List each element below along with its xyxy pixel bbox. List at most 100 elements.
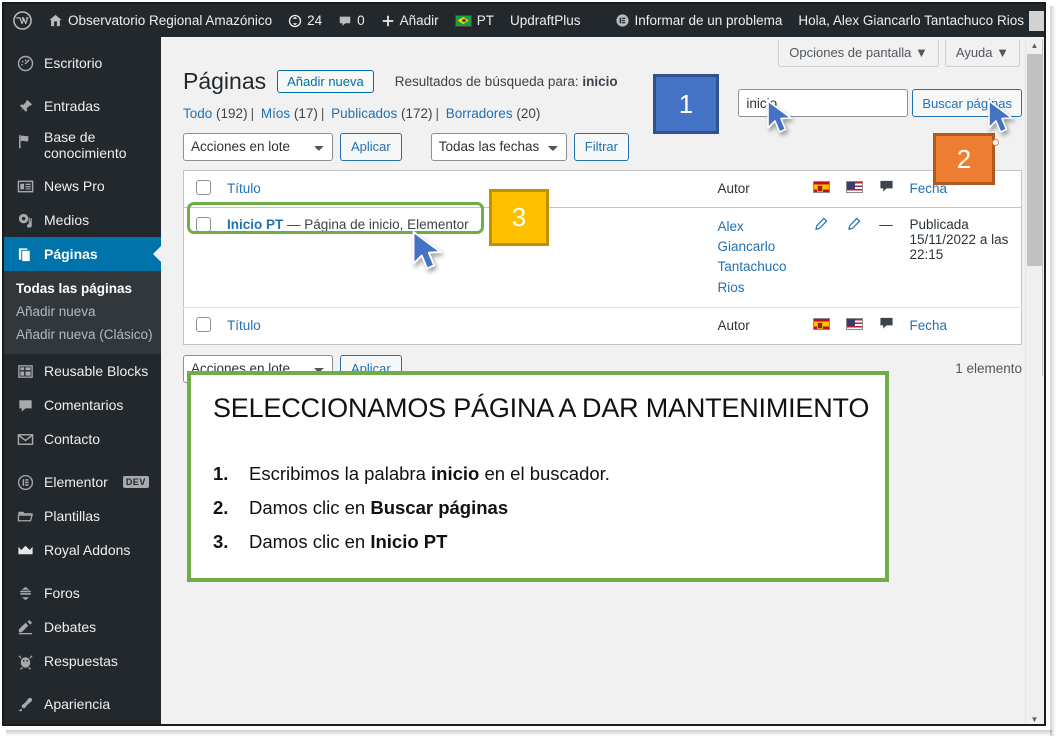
row-title-dash: — bbox=[287, 216, 301, 232]
row-checkbox-cell[interactable] bbox=[183, 207, 219, 308]
row-date-cell: Publicada 15/11/2022 a las 22:15 bbox=[901, 207, 1022, 308]
step-bold: Buscar páginas bbox=[370, 497, 509, 519]
sidebar-item-anadir-nueva[interactable]: Añadir nueva bbox=[4, 300, 161, 323]
sidebar-label: Elementor bbox=[44, 473, 108, 490]
table-foot: Título Autor Fecha bbox=[184, 307, 1022, 344]
filter-button[interactable]: Filtrar bbox=[573, 132, 629, 161]
bulk-actions-select-top[interactable]: Acciones en lote bbox=[183, 132, 333, 161]
admin-bar-site-name[interactable]: Observatorio Regional Amazónico bbox=[40, 4, 280, 37]
sidebar-item-royal-addons[interactable]: Royal Addons bbox=[4, 533, 161, 567]
scrollbar-down-arrow[interactable]: ▼ bbox=[1026, 711, 1043, 724]
table-row[interactable]: Inicio PT — Página de inicio, Elementor … bbox=[183, 207, 1022, 308]
admin-bar-report-problem[interactable]: Informar de un problema bbox=[589, 4, 791, 37]
screenshot-root: Observatorio Regional Amazónico 24 0 Aña… bbox=[0, 0, 1056, 736]
select-all-checkbox-footer[interactable] bbox=[196, 316, 211, 332]
pencil-icon[interactable] bbox=[847, 217, 861, 231]
row-author-link[interactable]: Alex Giancarlo Tantachuco Rios bbox=[718, 217, 797, 298]
add-new-page-button[interactable]: Añadir nueva bbox=[277, 70, 374, 94]
instruction-step: 3. Damos clic en Inicio PT bbox=[213, 530, 863, 553]
select-all-checkbox[interactable] bbox=[196, 179, 211, 195]
step-text: Damos clic en Inicio PT bbox=[249, 530, 447, 553]
sidebar-item-anadir-nueva-clasico[interactable]: Añadir nueva (Clásico) bbox=[4, 323, 161, 346]
sidebar-submenu-paginas[interactable]: Todas las páginas Añadir nueva Añadir nu… bbox=[4, 271, 161, 354]
col-title-header[interactable]: Título bbox=[219, 170, 710, 208]
cursor-arrow-search-input bbox=[765, 99, 799, 137]
list-card-icon bbox=[15, 176, 35, 196]
sidebar-item-plantillas[interactable]: Plantillas bbox=[4, 499, 161, 533]
submenu-label: Añadir nueva bbox=[16, 304, 96, 319]
date-filter-select[interactable]: Todas las fechas bbox=[430, 132, 567, 161]
sidebar-item-elementor[interactable]: Elementor DEV bbox=[4, 465, 161, 499]
apply-button-top[interactable]: Aplicar bbox=[340, 132, 402, 161]
row-author-cell[interactable]: Alex Giancarlo Tantachuco Rios bbox=[709, 207, 805, 308]
sidebar-item-debates[interactable]: Debates bbox=[4, 610, 161, 644]
sidebar-item-apariencia[interactable]: Apariencia bbox=[4, 687, 161, 721]
sidebar-item-base-de-conocimiento[interactable]: Base de conocimiento bbox=[4, 123, 161, 169]
col-title-label[interactable]: Título bbox=[227, 181, 261, 196]
instruction-steps: 1. Escribimos la palabra inicio en el bu… bbox=[213, 462, 863, 553]
topics-icon bbox=[15, 617, 35, 637]
view-publicados-count: (172) bbox=[400, 105, 433, 121]
sidebar-item-escritorio[interactable]: Escritorio bbox=[4, 46, 161, 80]
window-scrollbar-thumb[interactable] bbox=[1027, 54, 1042, 266]
col-date-label-footer[interactable]: Fecha bbox=[910, 318, 948, 333]
row-checkbox[interactable] bbox=[196, 216, 211, 232]
scrollbar-up-arrow[interactable]: ▲ bbox=[1026, 37, 1043, 54]
admin-sidebar-menu[interactable]: Escritorio Entradas Base de conocimiento… bbox=[4, 37, 161, 724]
admin-bar-comments[interactable]: 0 bbox=[330, 4, 373, 37]
search-input[interactable] bbox=[738, 89, 909, 117]
pencil-icon[interactable] bbox=[814, 217, 828, 231]
admin-bar-language[interactable]: PT bbox=[447, 4, 502, 37]
view-mios[interactable]: Míos bbox=[261, 106, 290, 121]
sidebar-item-respuestas[interactable]: Respuestas bbox=[4, 644, 161, 678]
sidebar-item-news-pro[interactable]: News Pro bbox=[4, 169, 161, 203]
row-es-cell[interactable] bbox=[804, 207, 838, 308]
col-title-footer[interactable]: Título bbox=[219, 307, 710, 344]
col-date-footer[interactable]: Fecha bbox=[902, 307, 1022, 344]
select-all-footer[interactable] bbox=[184, 307, 220, 344]
elementor-dev-badge: DEV bbox=[122, 476, 149, 488]
sidebar-item-foros[interactable]: Foros bbox=[4, 576, 161, 610]
row-us-cell[interactable] bbox=[837, 207, 871, 308]
view-publicados[interactable]: Publicados bbox=[331, 106, 397, 121]
col-title-label-footer[interactable]: Título bbox=[227, 318, 261, 333]
row-title-cell[interactable]: Inicio PT — Página de inicio, Elementor bbox=[219, 207, 710, 308]
updates-icon bbox=[288, 14, 302, 28]
instruction-step: 2. Damos clic en Buscar páginas bbox=[213, 496, 863, 519]
selection-handle[interactable] bbox=[992, 139, 999, 146]
new-label: Añadir bbox=[399, 13, 439, 28]
howdy-label: Hola, Alex Giancarlo Tantachuco Rios bbox=[798, 13, 1024, 28]
step-pre: Damos clic en bbox=[249, 531, 371, 553]
admin-bar-updates[interactable]: 24 bbox=[280, 4, 330, 37]
select-all-header[interactable] bbox=[183, 170, 219, 208]
search-results-prefix: Resultados de búsqueda para: bbox=[394, 74, 579, 90]
callout-marker-3: 3 bbox=[489, 189, 549, 246]
admin-bar-new[interactable]: Añadir bbox=[373, 4, 447, 37]
step-text: Escribimos la palabra inicio en el busca… bbox=[249, 462, 610, 485]
window-scrollbar[interactable]: ▲ ▼ bbox=[1025, 37, 1043, 724]
sidebar-item-contacto[interactable]: Contacto bbox=[4, 422, 161, 456]
admin-bar-my-account[interactable]: Hola, Alex Giancarlo Tantachuco Rios bbox=[790, 4, 1044, 37]
sidebar-item-todas-las-paginas[interactable]: Todas las páginas bbox=[4, 277, 161, 300]
pages-icon bbox=[15, 244, 35, 264]
view-borradores[interactable]: Borradores bbox=[446, 106, 513, 121]
sidebar-item-paginas[interactable]: Páginas bbox=[4, 237, 161, 271]
admin-bar-wp-logo[interactable] bbox=[4, 4, 40, 37]
sidebar-item-reusable-blocks[interactable]: Reusable Blocks bbox=[4, 354, 161, 388]
col-author-label: Autor bbox=[717, 181, 750, 197]
sidebar-item-entradas[interactable]: Entradas bbox=[4, 89, 161, 123]
step-number: 2. bbox=[213, 497, 229, 519]
sidebar-label: News Pro bbox=[44, 177, 105, 194]
row-title-link[interactable]: Inicio PT bbox=[227, 217, 283, 232]
sidebar-item-comentarios[interactable]: Comentarios bbox=[4, 388, 161, 422]
step-post: en el buscador. bbox=[479, 463, 610, 484]
pages-list-table: Título Autor Fecha Inicio PT — Página de… bbox=[183, 169, 1022, 345]
replies-icon bbox=[15, 651, 35, 671]
callout-marker-1: 1 bbox=[653, 74, 719, 134]
table-footer-row: Título Autor Fecha bbox=[184, 307, 1022, 344]
row-date-value: 15/11/2022 a las 22:15 bbox=[909, 231, 1009, 262]
view-todo[interactable]: Todo bbox=[183, 106, 212, 121]
admin-bar-updraftplus[interactable]: UpdraftPlus bbox=[502, 4, 589, 37]
tablenav-top[interactable]: Acciones en lote Aplicar Todas las fecha… bbox=[183, 132, 1022, 161]
sidebar-item-medios[interactable]: Medios bbox=[4, 203, 161, 237]
